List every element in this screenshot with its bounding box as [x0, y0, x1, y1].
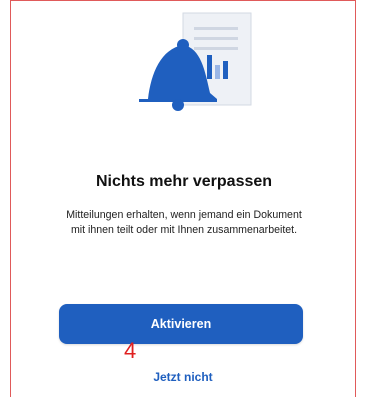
notification-illustration: [139, 12, 252, 111]
activate-button[interactable]: Aktivieren: [59, 304, 303, 344]
dialog-description: Mitteilungen erhalten, wenn jemand ein D…: [66, 209, 302, 236]
dialog-title: Nichts mehr verpassen: [95, 173, 273, 190]
annotation-marker: 4: [124, 338, 137, 363]
not-now-link[interactable]: Jetzt nicht: [0, 370, 366, 384]
